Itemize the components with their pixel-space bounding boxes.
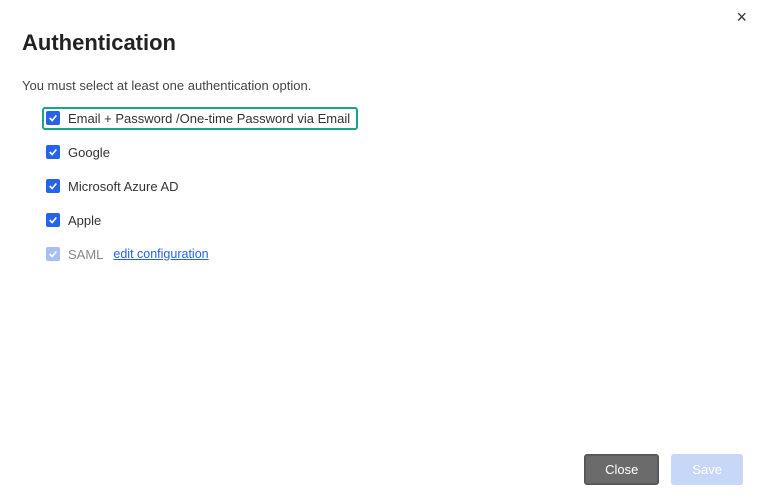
close-button[interactable]: Close	[584, 454, 659, 485]
checkbox-azure[interactable]	[46, 179, 60, 193]
option-saml: SAML edit configuration	[46, 243, 739, 265]
checkbox-saml[interactable]	[46, 247, 60, 261]
option-label: SAML	[68, 247, 103, 262]
dialog-content: Authentication You must select at least …	[0, 0, 761, 265]
options-list: Email + Password /One-time Password via …	[22, 107, 739, 265]
save-button[interactable]: Save	[671, 454, 743, 485]
check-icon	[48, 147, 58, 157]
checkbox-google[interactable]	[46, 145, 60, 159]
check-icon	[48, 215, 58, 225]
check-icon	[48, 249, 58, 259]
checkbox-apple[interactable]	[46, 213, 60, 227]
edit-configuration-link[interactable]: edit configuration	[113, 247, 208, 261]
option-google: Google	[46, 141, 739, 163]
option-label: Microsoft Azure AD	[68, 179, 179, 194]
checkbox-email-password[interactable]	[46, 111, 60, 125]
option-azure: Microsoft Azure AD	[46, 175, 739, 197]
option-apple: Apple	[46, 209, 739, 231]
instruction-text: You must select at least one authenticat…	[22, 78, 739, 93]
option-email-password: Email + Password /One-time Password via …	[46, 107, 739, 129]
close-icon[interactable]: ×	[736, 8, 747, 26]
check-icon	[48, 113, 58, 123]
option-label: Apple	[68, 213, 101, 228]
page-title: Authentication	[22, 30, 739, 56]
option-label: Email + Password /One-time Password via …	[68, 111, 350, 126]
option-label: Google	[68, 145, 110, 160]
check-icon	[48, 181, 58, 191]
dialog-footer: Close Save	[584, 454, 743, 485]
highlight-box: Email + Password /One-time Password via …	[42, 107, 358, 130]
